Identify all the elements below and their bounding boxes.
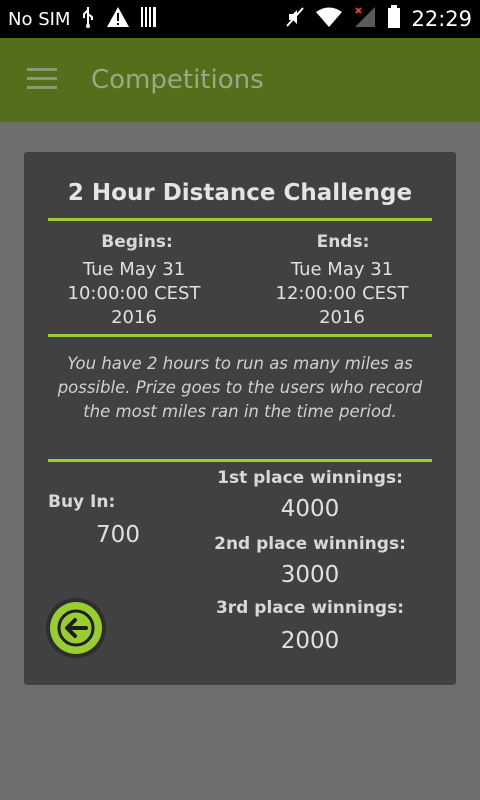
- battery-icon: [387, 4, 401, 34]
- back-arrow-icon: [50, 602, 102, 654]
- begins-date: Tue May 31 10:00:00 CEST 2016: [44, 258, 224, 330]
- begins-label: Begins:: [101, 232, 173, 252]
- first-place-label: 1st place winnings:: [217, 468, 403, 488]
- first-place-value: 4000: [280, 496, 340, 522]
- begins-line: Tue May 31: [82, 259, 186, 280]
- warning-icon: [106, 6, 130, 33]
- divider: [48, 334, 432, 337]
- buy-in-label: Buy In:: [48, 492, 116, 512]
- status-left: No SIM: [8, 0, 158, 38]
- mute-icon: [285, 6, 305, 33]
- ends-date: Tue May 31 12:00:00 CEST 2016: [252, 258, 432, 330]
- ends-line: Tue May 31: [290, 259, 394, 280]
- competition-card: 2 Hour Distance Challenge Begins: Ends: …: [24, 152, 456, 685]
- wifi-icon: [315, 6, 343, 33]
- second-place-value: 3000: [280, 562, 340, 588]
- usb-icon: [80, 6, 96, 33]
- competition-description: You have 2 hours to run as many miles as…: [57, 354, 423, 421]
- competition-title: 2 Hour Distance Challenge: [67, 180, 413, 206]
- divider: [48, 459, 432, 462]
- signal-icon: [353, 6, 377, 33]
- menu-icon[interactable]: [27, 68, 57, 92]
- carrier-text: No SIM: [8, 8, 71, 30]
- status-bar: No SIM 22:29: [0, 0, 480, 38]
- ends-label: Ends:: [316, 232, 370, 252]
- begins-line: 10:00:00 CEST: [67, 283, 201, 304]
- status-right: 22:29: [285, 0, 472, 38]
- clock: 22:29: [411, 7, 472, 31]
- third-place-value: 2000: [280, 628, 340, 654]
- back-button[interactable]: [46, 598, 106, 658]
- second-place-label: 2nd place winnings:: [214, 534, 406, 554]
- buy-in-value: 700: [96, 522, 140, 548]
- third-place-label: 3rd place winnings:: [215, 598, 405, 618]
- barcode-icon: [140, 6, 158, 33]
- page-title: Competitions: [91, 65, 264, 95]
- ends-line: 2016: [319, 307, 365, 328]
- ends-line: 12:00:00 CEST: [275, 283, 409, 304]
- app-bar: Competitions: [0, 38, 480, 122]
- divider: [48, 218, 432, 221]
- begins-line: 2016: [111, 307, 157, 328]
